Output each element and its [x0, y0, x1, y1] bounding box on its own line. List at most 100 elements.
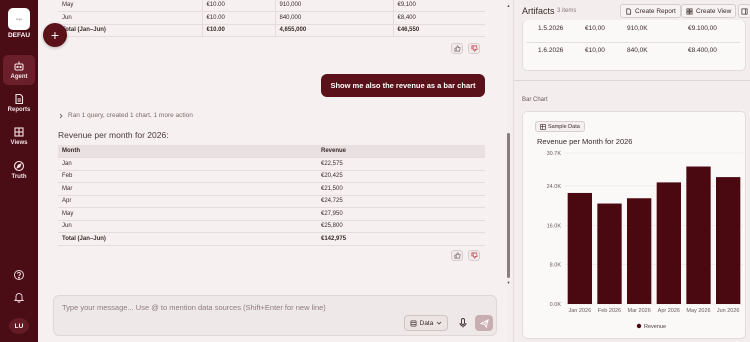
- table-cell: €21,500: [317, 182, 485, 196]
- table-cell: 1.6.2026: [538, 47, 564, 54]
- table-cell: €8,400: [392, 11, 485, 25]
- bell-icon[interactable]: [13, 291, 25, 303]
- create-view-button[interactable]: Create View: [681, 4, 737, 18]
- row-divider: [526, 42, 740, 43]
- thumbs-down-button[interactable]: [468, 250, 480, 261]
- thumbs-up-icon: [454, 45, 461, 52]
- scroll-up-icon[interactable]: ▲: [506, 3, 511, 8]
- table-cell: Total (Jan–Jun): [58, 24, 202, 37]
- help-icon[interactable]: [13, 269, 25, 281]
- table-cell: €25,800: [317, 220, 485, 233]
- table-cell: Jun: [58, 11, 202, 25]
- y-tick-label: 16.0K: [547, 223, 562, 229]
- table-cell: May: [58, 207, 317, 221]
- send-icon: [479, 318, 489, 328]
- activity-summary[interactable]: Ran 1 query, created 1 chart, 1 more act…: [58, 112, 193, 119]
- scroll-thumb[interactable]: [507, 133, 510, 278]
- create-report-label: Create Report: [635, 7, 676, 15]
- sidebar-item-reports[interactable]: Reports: [3, 88, 35, 118]
- sample-data-badge: Sample Data: [535, 121, 585, 132]
- collapse-panel-button[interactable]: [738, 4, 750, 18]
- org-logo[interactable]: logo: [8, 8, 30, 30]
- table-cell: 4,655,000: [274, 24, 393, 37]
- table-cell: May: [58, 0, 202, 12]
- table-cell: €9,100: [392, 0, 485, 12]
- table-row: Total (Jan–Jun) €10.00 4,655,000 €46,550: [58, 24, 485, 37]
- send-button[interactable]: [475, 315, 493, 331]
- data-source-select[interactable]: Data: [404, 315, 448, 331]
- table-row: May €27,950: [58, 207, 485, 221]
- bar: [627, 198, 652, 304]
- table-cell: €10,00: [585, 47, 605, 54]
- scroll-down-icon[interactable]: ▼: [506, 280, 511, 285]
- sidebar-item-label: Reports: [7, 107, 31, 113]
- views-icon: [14, 127, 24, 137]
- artifacts-count: 3 items: [557, 8, 577, 14]
- sidebar-item-label: Views: [10, 140, 28, 146]
- table-cell: Jan: [58, 157, 317, 171]
- x-tick-label: Jun 2026: [717, 308, 740, 314]
- reports-icon: [15, 93, 24, 105]
- bar: [656, 182, 681, 304]
- thumbs-up-button[interactable]: [451, 250, 463, 261]
- sidebar-item-agent[interactable]: Agent: [3, 55, 35, 85]
- y-tick-label: 24.0K: [547, 184, 562, 190]
- x-tick-label: Mar 2026: [628, 308, 651, 314]
- bar: [686, 166, 711, 304]
- bar: [597, 203, 622, 304]
- legend-label: Revenue: [644, 324, 666, 330]
- x-tick-label: Jan 2026: [569, 308, 592, 314]
- table-cell: Mar: [58, 182, 317, 196]
- message-composer: Type your message... Use @ to mention da…: [53, 295, 497, 336]
- new-chat-button[interactable]: +: [43, 23, 67, 47]
- sidebar-item-views[interactable]: Views: [3, 121, 35, 151]
- table-cell: €22,575: [317, 157, 485, 171]
- bar: [716, 177, 741, 304]
- table-row: Jun €25,800: [58, 220, 485, 233]
- table-cell: Feb: [58, 170, 317, 183]
- y-tick-label: 0.0K: [550, 302, 562, 308]
- sidebar: logo DEFAU Agent Reports Views Truth LU: [0, 0, 38, 342]
- grid-icon: [686, 8, 693, 14]
- table-row: Total (Jan–Jun) €142,975: [58, 232, 485, 246]
- thumbs-down-button[interactable]: [468, 43, 480, 54]
- chart-section-label: Bar Chart: [522, 97, 548, 103]
- bar-chart-card[interactable]: Sample Data Revenue per Month for 2026 0…: [522, 111, 746, 339]
- sidebar-item-label: Truth: [11, 174, 27, 180]
- x-tick-label: May 2026: [686, 308, 710, 314]
- table-cell: €10,00: [585, 25, 605, 32]
- table-cell: €46,550: [392, 24, 485, 37]
- table-cell: €10.00: [201, 0, 275, 12]
- database-icon: [410, 320, 417, 326]
- chevron-down-icon: [437, 321, 442, 325]
- y-tick-label: 8.0K: [550, 263, 562, 269]
- data-source-label: Data: [419, 319, 434, 327]
- table-row: Jan €22,575: [58, 157, 485, 171]
- table-cell: €10.00: [201, 11, 275, 25]
- response-heading: Revenue per month for 2026:: [58, 130, 169, 140]
- panel-toggle-icon: [741, 8, 748, 14]
- thumbs-up-button[interactable]: [451, 43, 463, 54]
- microphone-icon[interactable]: [457, 317, 469, 329]
- table-cell: 910,0K: [627, 25, 648, 32]
- table-cell: €9.100,00: [688, 25, 717, 32]
- org-label: DEFAU: [7, 32, 31, 39]
- table-icon: [540, 123, 546, 130]
- table-cell: €10.00: [201, 24, 275, 37]
- compass-icon: [13, 160, 25, 172]
- table-row: Jun €10.00 840,000 €8,400: [58, 11, 485, 25]
- y-tick-label: 30.7K: [547, 151, 562, 157]
- thumbs-up-icon: [454, 252, 461, 259]
- x-tick-label: Feb 2026: [598, 308, 621, 314]
- message-input[interactable]: Type your message... Use @ to mention da…: [62, 303, 326, 312]
- create-report-button[interactable]: Create Report: [620, 4, 681, 18]
- table-header-row: Month Revenue: [58, 145, 485, 158]
- bar-chart: 0.0K 8.0K 16.0K 24.0K 30.7K Jan 2026 Feb 2026 M…: [547, 151, 743, 330]
- sidebar-item-truth[interactable]: Truth: [3, 155, 35, 185]
- chat-scrollbar[interactable]: ▲ ▼: [505, 0, 511, 342]
- legend-marker: [636, 323, 642, 329]
- avatar[interactable]: LU: [9, 318, 29, 334]
- chevron-right-icon: [59, 113, 63, 118]
- table-cell: €8.400,00: [688, 47, 717, 54]
- sample-data-label: Sample Data: [548, 123, 580, 130]
